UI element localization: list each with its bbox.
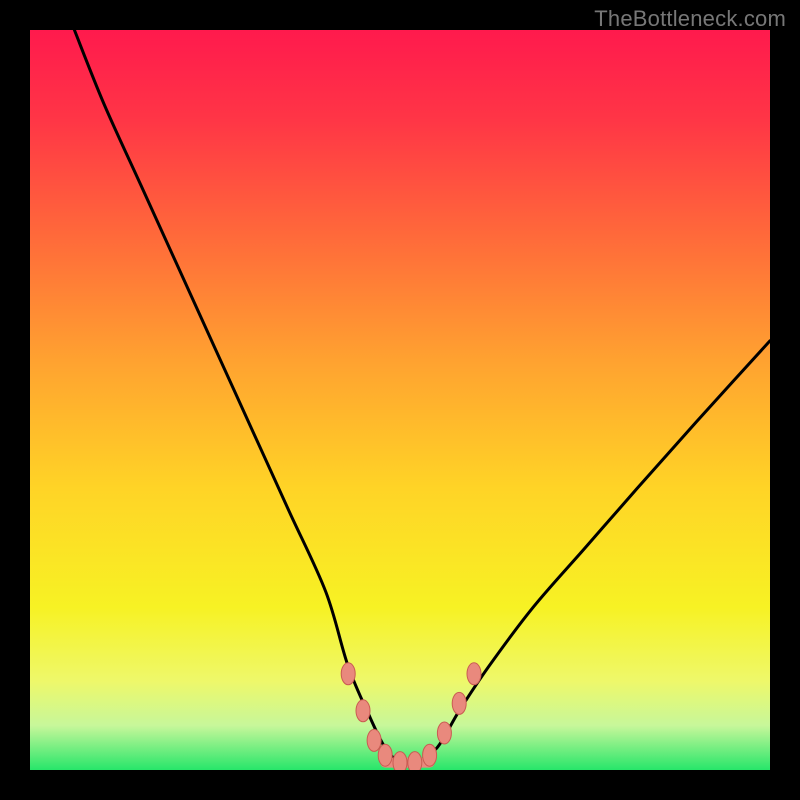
- curve-marker: [356, 700, 370, 722]
- curve-marker: [437, 722, 451, 744]
- curve-markers: [341, 663, 481, 770]
- curve-marker: [467, 663, 481, 685]
- curve-marker: [423, 744, 437, 766]
- curve-marker: [452, 692, 466, 714]
- bottleneck-curve: [74, 30, 770, 764]
- curve-marker: [378, 744, 392, 766]
- plot-area: [30, 30, 770, 770]
- curve-layer: [30, 30, 770, 770]
- curve-marker: [341, 663, 355, 685]
- curve-marker: [393, 752, 407, 770]
- watermark-text: TheBottleneck.com: [594, 6, 786, 32]
- curve-marker: [408, 752, 422, 770]
- curve-marker: [367, 729, 381, 751]
- chart-frame: TheBottleneck.com: [0, 0, 800, 800]
